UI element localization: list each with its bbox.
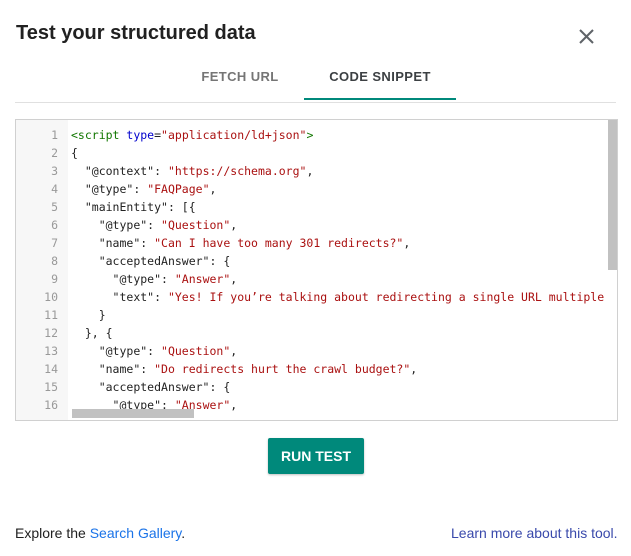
vertical-scrollbar[interactable] — [608, 120, 617, 270]
close-button[interactable] — [572, 22, 600, 50]
learn-more-link[interactable]: Learn more about this tool. — [451, 525, 618, 541]
line-number: 11 — [44, 308, 58, 322]
code-editor[interactable]: 1 2 3 4 5 6 7 8 9 10 11 12 13 14 15 16 <script type="ap… — [15, 119, 618, 421]
code-line: "@context": "https://schema.org", — [84, 164, 314, 178]
line-number: 2 — [51, 146, 58, 160]
line-number: 14 — [44, 362, 58, 376]
tab-bar: FETCH URL CODE SNIPPET — [15, 58, 616, 103]
line-number: 13 — [44, 344, 58, 358]
close-icon — [579, 29, 594, 44]
line-number: 16 — [44, 398, 58, 412]
code-line: "name": "Do redirects hurt the crawl bud… — [98, 362, 418, 376]
code-line: } — [71, 308, 106, 322]
line-number: 8 — [51, 254, 58, 268]
explore-text: Explore the Search Gallery. — [15, 525, 185, 541]
line-number: 5 — [51, 200, 58, 214]
active-tab-indicator — [304, 98, 456, 100]
explore-suffix: . — [181, 525, 186, 541]
line-number: 12 — [44, 326, 58, 340]
line-number: 9 — [51, 272, 58, 286]
code-area[interactable]: <script type="application/ld+json"> { "@c… — [68, 120, 617, 420]
code-line: }, { — [71, 326, 113, 340]
run-test-button[interactable]: RUN TEST — [268, 438, 364, 474]
line-number: 4 — [51, 182, 58, 196]
line-number: 7 — [51, 236, 58, 250]
code-line: "mainEntity": [{ — [84, 200, 196, 214]
line-number: 6 — [51, 218, 58, 232]
line-number: 1 — [51, 128, 58, 142]
code-line: "@type": "Question", — [98, 344, 238, 358]
explore-prefix: Explore the — [15, 525, 90, 541]
code-line: "@type": "Answer", — [112, 272, 238, 286]
tab-code-snippet[interactable]: CODE SNIPPET — [304, 58, 456, 100]
tab-fetch-url[interactable]: FETCH URL — [165, 58, 315, 100]
code-line: "name": "Can I have too many 301 redirec… — [98, 236, 411, 250]
code-line: "acceptedAnswer": { — [98, 380, 231, 394]
horizontal-scrollbar[interactable] — [72, 409, 194, 418]
code-line: "text": "Yes! If you’re talking about re… — [112, 290, 605, 304]
dialog-title: Test your structured data — [16, 22, 256, 44]
code-line: { — [71, 146, 78, 160]
code-line: "@type": "FAQPage", — [84, 182, 217, 196]
code-line: <script type="application/ld+json"> — [71, 128, 314, 142]
code-line: "@type": "Question", — [98, 218, 238, 232]
search-gallery-link[interactable]: Search Gallery — [90, 525, 182, 541]
line-number: 15 — [44, 380, 58, 394]
line-number-gutter: 1 2 3 4 5 6 7 8 9 10 11 12 13 14 15 16 — [16, 120, 68, 420]
line-number: 3 — [51, 164, 58, 178]
line-number: 10 — [44, 290, 58, 304]
code-line: "acceptedAnswer": { — [98, 254, 231, 268]
